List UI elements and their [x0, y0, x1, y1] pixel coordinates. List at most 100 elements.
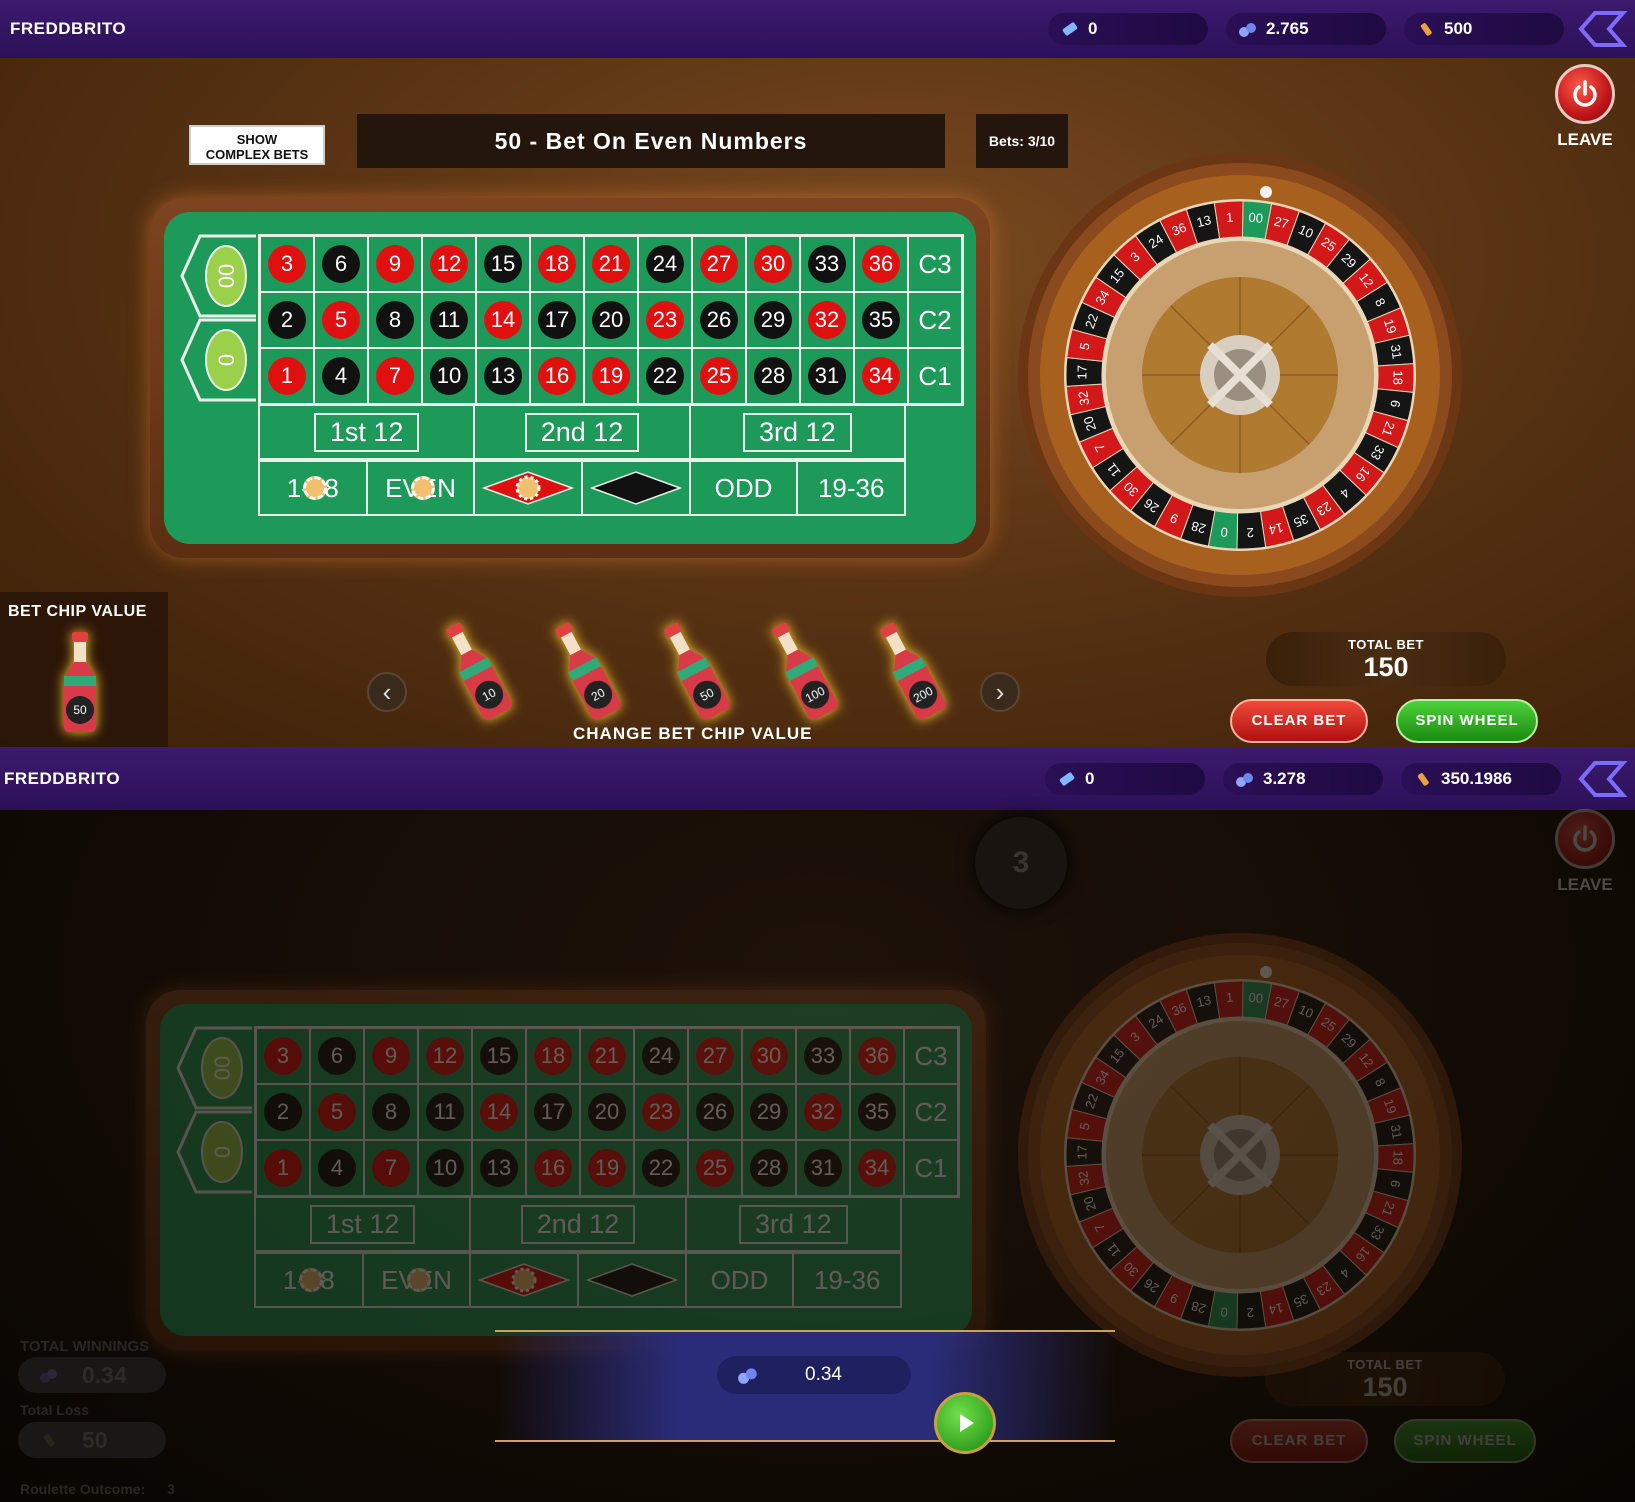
number-cell[interactable]: 11: [418, 1084, 472, 1140]
number-cell[interactable]: 2: [260, 292, 314, 348]
spin-wheel-button[interactable]: SPIN WHEEL: [1396, 699, 1538, 743]
leave-button[interactable]: LEAVE: [1550, 64, 1620, 150]
number-cell[interactable]: 9: [368, 236, 422, 292]
number-cell[interactable]: 30: [746, 236, 800, 292]
outside-bet-odd[interactable]: ODD: [687, 1254, 795, 1306]
outside-bet-1-18[interactable]: 1-18: [256, 1254, 364, 1306]
number-cell[interactable]: 28: [742, 1140, 796, 1196]
column-bet-C2[interactable]: C2: [904, 1084, 958, 1140]
number-cell[interactable]: 15: [472, 1028, 526, 1084]
number-cell[interactable]: 30: [742, 1028, 796, 1084]
number-cell[interactable]: 23: [634, 1084, 688, 1140]
outside-bet-1-18[interactable]: 1-18: [260, 462, 368, 514]
number-cell[interactable]: 20: [580, 1084, 634, 1140]
number-cell[interactable]: 13: [476, 348, 530, 404]
outside-bet-19-36[interactable]: 19-36: [794, 1254, 900, 1306]
number-cell[interactable]: 4: [310, 1140, 364, 1196]
number-cell[interactable]: 33: [800, 236, 854, 292]
number-cell[interactable]: 7: [364, 1140, 418, 1196]
number-cell[interactable]: 11: [422, 292, 476, 348]
number-cell[interactable]: 7: [368, 348, 422, 404]
number-cell[interactable]: 22: [638, 348, 692, 404]
number-cell[interactable]: 10: [418, 1140, 472, 1196]
column-bet-C3[interactable]: C3: [904, 1028, 958, 1084]
number-cell[interactable]: 35: [854, 292, 908, 348]
outside-bet-odd[interactable]: ODD: [691, 462, 799, 514]
clear-bet-button[interactable]: CLEAR BET: [1230, 1419, 1368, 1463]
outside-bet-black-diamond[interactable]: [579, 1254, 687, 1306]
show-complex-bets-button[interactable]: SHOW COMPLEX BETS: [189, 125, 325, 165]
number-cell[interactable]: 21: [584, 236, 638, 292]
chip-option-200[interactable]: 200: [859, 610, 961, 730]
clear-bet-button[interactable]: CLEAR BET: [1230, 699, 1368, 743]
number-cell[interactable]: 20: [584, 292, 638, 348]
column-bet-C3[interactable]: C3: [908, 236, 962, 292]
number-cell[interactable]: 9: [364, 1028, 418, 1084]
number-cell[interactable]: 3: [256, 1028, 310, 1084]
leave-button[interactable]: LEAVE: [1550, 809, 1620, 895]
number-cell[interactable]: 26: [688, 1084, 742, 1140]
column-bet-C1[interactable]: C1: [904, 1140, 958, 1196]
number-cell[interactable]: 31: [800, 348, 854, 404]
number-cell[interactable]: 33: [796, 1028, 850, 1084]
number-cell[interactable]: 19: [580, 1140, 634, 1196]
number-cell[interactable]: 8: [364, 1084, 418, 1140]
number-cell[interactable]: 5: [310, 1084, 364, 1140]
number-cell[interactable]: 29: [742, 1084, 796, 1140]
number-cell[interactable]: 2: [256, 1084, 310, 1140]
outside-bet-19-36[interactable]: 19-36: [798, 462, 904, 514]
number-cell[interactable]: 8: [368, 292, 422, 348]
number-cell[interactable]: 26: [692, 292, 746, 348]
number-cell[interactable]: 12: [422, 236, 476, 292]
dozen-bet-1[interactable]: 1st 12: [260, 406, 476, 458]
number-cell[interactable]: 34: [850, 1140, 904, 1196]
column-bet-C1[interactable]: C1: [908, 348, 962, 404]
outside-bet-red-diamond[interactable]: [471, 1254, 580, 1306]
number-cell[interactable]: 6: [314, 236, 368, 292]
number-cell[interactable]: 32: [796, 1084, 850, 1140]
number-cell[interactable]: 16: [530, 348, 584, 404]
chip-option-50[interactable]: 50: [643, 610, 745, 730]
number-cell[interactable]: 18: [530, 236, 584, 292]
number-cell[interactable]: 1: [260, 348, 314, 404]
number-cell[interactable]: 28: [746, 348, 800, 404]
number-cell[interactable]: 25: [692, 348, 746, 404]
number-cell[interactable]: 12: [418, 1028, 472, 1084]
zero-cell-00[interactable]: 00: [176, 1026, 254, 1110]
number-cell[interactable]: 24: [638, 236, 692, 292]
outside-bet-even[interactable]: EVEN: [368, 462, 476, 514]
number-cell[interactable]: 22: [634, 1140, 688, 1196]
dozen-bet-2[interactable]: 2nd 12: [471, 1198, 687, 1250]
chip-prev-button[interactable]: ‹: [367, 672, 407, 712]
number-cell[interactable]: 19: [584, 348, 638, 404]
spin-wheel-button[interactable]: SPIN WHEEL: [1394, 1419, 1536, 1463]
column-bet-C2[interactable]: C2: [908, 292, 962, 348]
number-cell[interactable]: 25: [688, 1140, 742, 1196]
number-cell[interactable]: 31: [796, 1140, 850, 1196]
outside-bet-red-diamond[interactable]: [475, 462, 584, 514]
number-cell[interactable]: 18: [526, 1028, 580, 1084]
number-cell[interactable]: 14: [472, 1084, 526, 1140]
number-cell[interactable]: 23: [638, 292, 692, 348]
number-cell[interactable]: 4: [314, 348, 368, 404]
zero-cell-0[interactable]: 0: [180, 318, 258, 402]
dozen-bet-1[interactable]: 1st 12: [256, 1198, 472, 1250]
zero-cell-0[interactable]: 0: [176, 1110, 254, 1194]
outside-bet-even[interactable]: EVEN: [364, 1254, 472, 1306]
chip-option-100[interactable]: 100: [751, 610, 853, 730]
number-cell[interactable]: 29: [746, 292, 800, 348]
number-cell[interactable]: 3: [260, 236, 314, 292]
outside-bet-black-diamond[interactable]: [583, 462, 691, 514]
number-cell[interactable]: 10: [422, 348, 476, 404]
play-button[interactable]: [934, 1392, 996, 1454]
number-cell[interactable]: 5: [314, 292, 368, 348]
number-cell[interactable]: 27: [692, 236, 746, 292]
number-cell[interactable]: 1: [256, 1140, 310, 1196]
number-cell[interactable]: 15: [476, 236, 530, 292]
dozen-bet-2[interactable]: 2nd 12: [475, 406, 691, 458]
dozen-bet-3[interactable]: 3rd 12: [687, 1198, 900, 1250]
number-cell[interactable]: 34: [854, 348, 908, 404]
zero-cell-00[interactable]: 00: [180, 234, 258, 318]
chip-option-10[interactable]: 10: [425, 610, 527, 730]
number-cell[interactable]: 17: [526, 1084, 580, 1140]
